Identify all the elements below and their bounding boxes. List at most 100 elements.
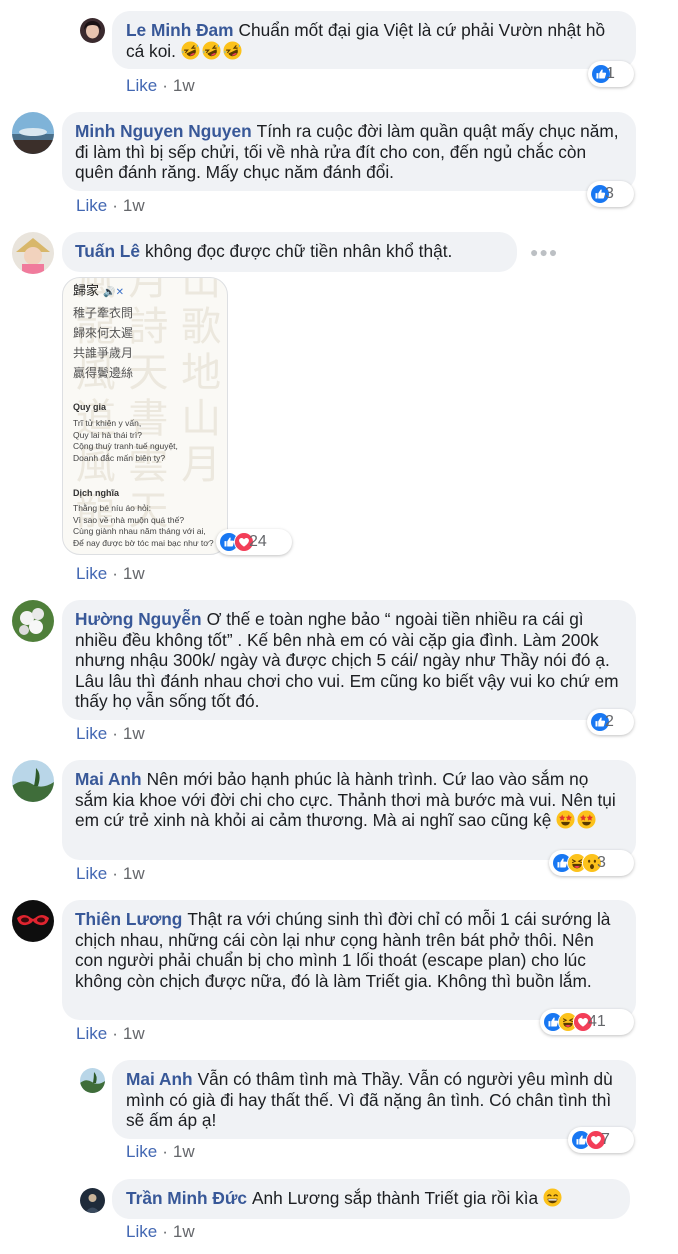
like-link[interactable]: Like	[76, 724, 107, 743]
avatar[interactable]	[12, 232, 54, 274]
avatar-photo-icon	[12, 760, 54, 802]
avatar[interactable]	[12, 600, 54, 642]
rofl-emoji-icon	[181, 41, 200, 60]
comment-bubble: Hường Nguyễn Ơ thế e toàn nghe bảo “ ngoà…	[62, 600, 636, 720]
attachment-line: Cùng giành nhau năm tháng với ai,	[73, 526, 206, 536]
like-link[interactable]: Like	[76, 864, 107, 883]
reaction-summary[interactable]: 1	[588, 61, 634, 87]
timestamp[interactable]: 1w	[123, 1024, 145, 1043]
reaction-count: 1	[606, 65, 615, 82]
attachment-heading: Quy gia	[73, 402, 107, 412]
star-struck-emoji-icon	[577, 810, 596, 829]
attachment-heading: Dịch nghĩa	[73, 488, 120, 498]
comment-text: Nên mới bảo hạnh phúc là hành trình. Cứ …	[75, 769, 616, 830]
attachment-line: 贏得鬢邊絲	[73, 366, 134, 380]
comment-bubble: Mai Anh Nên mới bảo hạnh phúc là hành trì…	[62, 760, 636, 860]
avatar-photo-icon	[12, 112, 54, 154]
reaction-summary[interactable]: 41	[540, 1009, 634, 1035]
comment-author[interactable]: Minh Nguyen Nguyen	[75, 121, 252, 141]
comment-meta: Like · 1w	[76, 1024, 145, 1044]
attachment-line: 稚子牽衣問	[73, 306, 134, 320]
comment-bubble: Minh Nguyen Nguyen Tính ra cuộc đời làm q…	[62, 112, 636, 191]
comment-text: không đọc được chữ tiền nhân khổ thật.	[144, 241, 453, 261]
timestamp[interactable]: 1w	[123, 864, 145, 883]
comment-meta: Like · 1w	[126, 1222, 195, 1242]
timestamp[interactable]: 1w	[173, 76, 195, 95]
comment-meta: Like · 1w	[76, 724, 145, 744]
timestamp[interactable]: 1w	[173, 1222, 195, 1241]
comment-author[interactable]: Hường Nguyễn	[75, 609, 202, 629]
avatar-photo-icon	[80, 1068, 105, 1093]
attachment-title: 歸家 🔊✕	[73, 284, 124, 299]
comment-author[interactable]: Thiên Lương	[75, 909, 182, 929]
reaction-summary[interactable]: 24	[216, 529, 292, 555]
attachment-line: 共誰爭歲月	[73, 346, 134, 360]
like-link[interactable]: Like	[76, 196, 107, 215]
comment-bubble: Tuấn Lê không đọc được chữ tiền nhân khổ …	[62, 232, 517, 272]
avatar[interactable]	[80, 1188, 105, 1213]
comment-meta: Like · 1w	[126, 1142, 195, 1162]
comment-author[interactable]: Le Minh Đam	[126, 20, 234, 40]
comment-author[interactable]: Mai Anh	[75, 769, 142, 789]
grin-emoji-icon	[543, 1188, 562, 1207]
separator-dot: ·	[162, 76, 168, 95]
attachment-line: Thằng bé níu áo hỏi:	[73, 503, 151, 513]
image-attachment[interactable]: 書 風 月 山 水 龍 詩 歌 雲 風 天 地 心 道 書 山 水 風 雲 月 …	[62, 277, 228, 555]
timestamp[interactable]: 1w	[123, 724, 145, 743]
avatar[interactable]	[80, 18, 105, 43]
comment-author[interactable]: Mai Anh	[126, 1069, 193, 1089]
separator-dot: ·	[112, 864, 118, 883]
reaction-summary[interactable]: 3	[587, 181, 634, 207]
more-options-icon[interactable]: ●●●	[530, 244, 558, 260]
comment-meta: Like · 1w	[126, 76, 195, 96]
separator-dot: ·	[112, 564, 118, 583]
like-link[interactable]: Like	[126, 1222, 157, 1241]
separator-dot: ·	[112, 1024, 118, 1043]
avatar[interactable]	[12, 760, 54, 802]
attachment-line: Vì sao về nhà muộn quá thế?	[73, 514, 185, 525]
attachment-line: Trĩ tử khiên y vấn,	[73, 418, 142, 428]
avatar[interactable]	[12, 112, 54, 154]
comment-text: Vẫn có thâm tình mà Thầy. Vẫn có người y…	[126, 1069, 613, 1130]
timestamp[interactable]: 1w	[173, 1142, 195, 1161]
like-link[interactable]: Like	[126, 76, 157, 95]
reaction-count: 3	[605, 185, 614, 202]
reaction-count: 2	[605, 713, 614, 730]
separator-dot: ·	[112, 196, 118, 215]
like-link[interactable]: Like	[76, 564, 107, 583]
avatar-photo-icon	[12, 600, 54, 642]
comment-author[interactable]: Trần Minh Đức	[126, 1188, 247, 1208]
reaction-summary[interactable]: 2	[587, 709, 634, 735]
avatar[interactable]	[12, 900, 54, 942]
rofl-emoji-icon	[223, 41, 242, 60]
reaction-summary[interactable]: 3	[549, 850, 634, 876]
avatar[interactable]	[80, 1068, 105, 1093]
reaction-count: 24	[249, 533, 267, 550]
avatar-photo-icon	[80, 18, 105, 43]
comment-bubble: Thiên Lương Thật ra với chúng sinh thì đờ…	[62, 900, 636, 1020]
like-link[interactable]: Like	[76, 1024, 107, 1043]
rofl-emoji-icon	[202, 41, 221, 60]
attachment-line: Doanh đắc mấn biên ty?	[73, 452, 166, 463]
comment-bubble: Trần Minh Đức Anh Lương sắp thành Triết g…	[112, 1179, 630, 1219]
comment-author[interactable]: Tuấn Lê	[75, 241, 140, 261]
avatar-photo-icon	[12, 232, 54, 274]
attachment-line: Để nay được bờ tóc mai bạc như tơ?	[73, 537, 214, 548]
timestamp[interactable]: 1w	[123, 196, 145, 215]
attachment-line: Cộng thuỳ tranh tuế nguyệt,	[73, 441, 178, 451]
reaction-summary[interactable]: 7	[568, 1127, 634, 1153]
separator-dot: ·	[162, 1142, 168, 1161]
avatar-photo-icon	[12, 900, 54, 942]
comment-bubble: Le Minh Đam Chuẩn mốt đại gia Việt là cứ …	[112, 11, 636, 69]
comment-meta: Like · 1w	[76, 564, 145, 584]
comment-meta: Like · 1w	[76, 864, 145, 884]
comment-text: Anh Lương sắp thành Triết gia rồi kìa	[252, 1188, 539, 1208]
reaction-count: 3	[597, 854, 606, 871]
comment-meta: Like · 1w	[76, 196, 145, 216]
timestamp[interactable]: 1w	[123, 564, 145, 583]
attachment-line: 歸來何太遲	[73, 326, 134, 340]
avatar-photo-icon	[80, 1188, 105, 1213]
separator-dot: ·	[112, 724, 118, 743]
like-link[interactable]: Like	[126, 1142, 157, 1161]
reaction-count: 41	[588, 1013, 606, 1030]
